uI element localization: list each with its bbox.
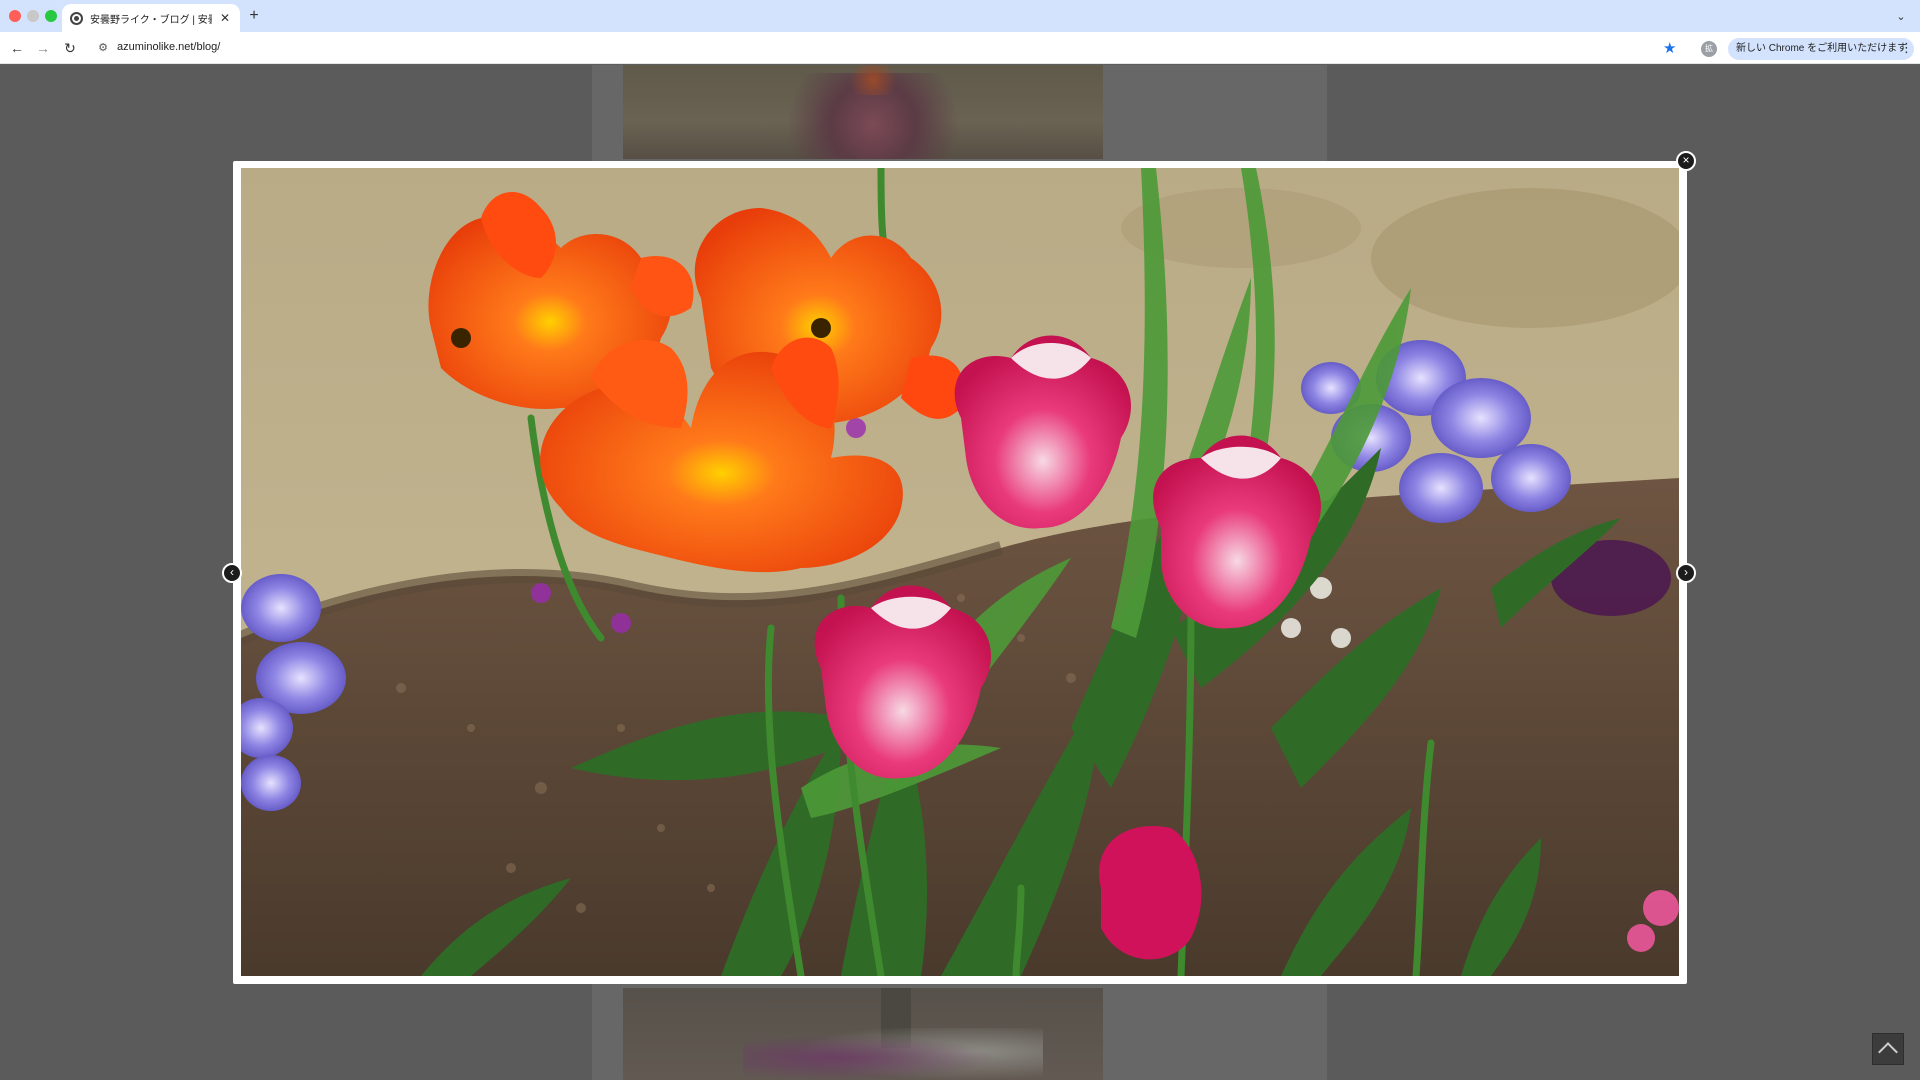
new-tab-button[interactable]: + (244, 6, 264, 26)
scroll-to-top-button[interactable] (1872, 1033, 1904, 1065)
reload-button[interactable]: ↻ (61, 39, 79, 57)
chrome-update-button[interactable]: 新しい Chrome をご利用いただけます (1728, 38, 1914, 60)
tulip-photo (241, 168, 1679, 976)
globe-icon (70, 11, 83, 25)
browser-toolbar: ← → ↻ ⚙ azuminolike.net/blog/ ★ 拡 新しい Ch… (0, 32, 1920, 64)
extension-icon[interactable]: 拡 (1701, 41, 1717, 57)
lightbox-prev-button[interactable]: ‹ (222, 563, 242, 583)
window-minimize-dot[interactable] (27, 10, 39, 22)
site-info-icon[interactable]: ⚙ (96, 41, 110, 55)
address-bar[interactable]: azuminolike.net/blog/ (117, 41, 220, 53)
tulip-photo-illustration (241, 168, 1679, 976)
blog-image-below[interactable] (623, 988, 1103, 1080)
blog-image-above[interactable] (623, 65, 1103, 159)
lightbox-frame (233, 161, 1687, 984)
red-flowers (843, 65, 903, 95)
lightbox-next-button[interactable]: › (1676, 563, 1696, 583)
tab-strip: 安曇野ライク・ブログ | 安曇野ら ✕ + ⌄ (0, 0, 1920, 32)
window-maximize-dot[interactable] (45, 10, 57, 22)
tab-search-icon[interactable]: ⌄ (1892, 8, 1910, 26)
browser-tab[interactable]: 安曇野ライク・ブログ | 安曇野ら ✕ (62, 4, 240, 32)
lightbox-close-button[interactable]: × (1676, 151, 1696, 171)
tab-close-icon[interactable]: ✕ (218, 11, 232, 25)
tab-title: 安曇野ライク・ブログ | 安曇野ら (90, 14, 212, 26)
arrow-up-icon (1878, 1042, 1898, 1062)
back-button[interactable]: ← (8, 39, 26, 57)
window-close-dot[interactable] (9, 10, 21, 22)
flower-bed (743, 1028, 1043, 1080)
browser-menu-icon[interactable]: ⋮ (1900, 40, 1913, 56)
bookmark-star-icon[interactable]: ★ (1663, 39, 1676, 57)
forward-button[interactable]: → (34, 39, 52, 57)
